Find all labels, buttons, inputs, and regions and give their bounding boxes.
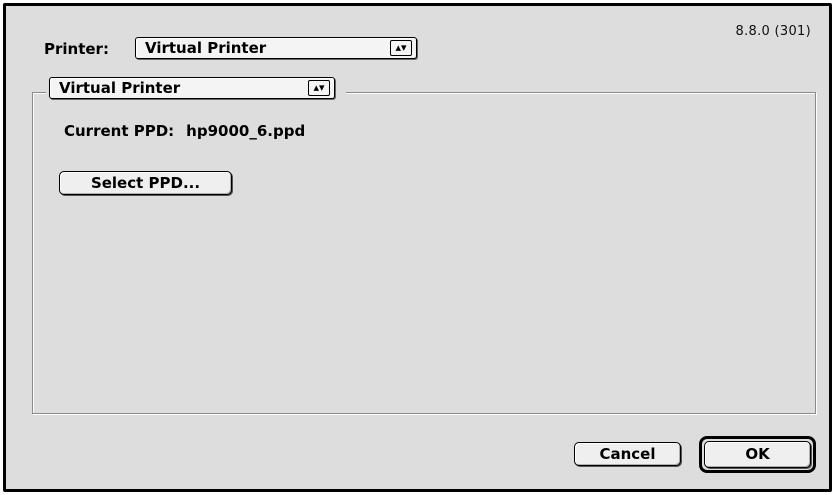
up-down-arrows-icon: ▴▾ bbox=[308, 80, 330, 96]
version-label: 8.8.0 (301) bbox=[735, 24, 811, 39]
current-ppd-row: Current PPD: hp9000_6.ppd bbox=[64, 122, 305, 140]
print-dialog: 8.8.0 (301) Printer: Virtual Printer ▴▾ … bbox=[3, 3, 832, 492]
current-ppd-label: Current PPD: bbox=[64, 122, 175, 140]
printer-popup-value: Virtual Printer bbox=[145, 39, 267, 57]
panel-popup-value: Virtual Printer bbox=[59, 79, 181, 97]
cancel-button[interactable]: Cancel bbox=[574, 442, 681, 466]
up-down-arrows-icon: ▴▾ bbox=[390, 40, 412, 56]
printer-popup[interactable]: Virtual Printer ▴▾ bbox=[135, 37, 417, 59]
select-ppd-button[interactable]: Select PPD... bbox=[59, 171, 232, 195]
current-ppd-value: hp9000_6.ppd bbox=[186, 122, 306, 140]
ok-button[interactable]: OK bbox=[704, 441, 811, 468]
settings-group-box bbox=[32, 92, 816, 414]
panel-popup[interactable]: Virtual Printer ▴▾ bbox=[49, 77, 335, 99]
printer-label: Printer: bbox=[44, 40, 109, 58]
